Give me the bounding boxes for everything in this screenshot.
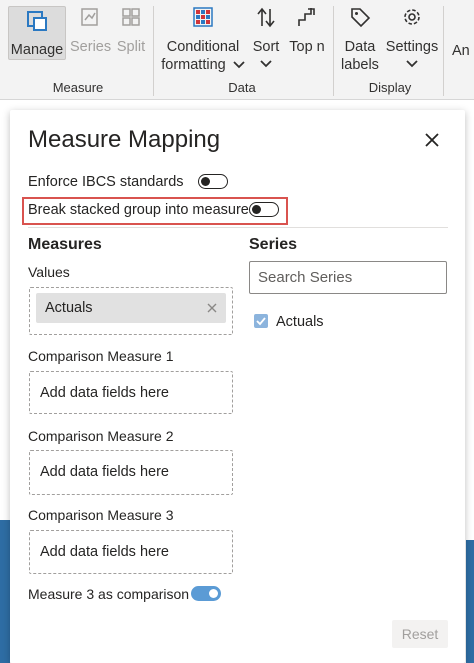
settings-button[interactable]: Settings xyxy=(384,6,440,68)
group-label-measure: Measure xyxy=(52,80,104,95)
series-label: Series xyxy=(70,39,112,55)
measures-header: Measures xyxy=(28,236,102,253)
background-visual xyxy=(0,520,10,663)
series-header: Series xyxy=(249,236,298,253)
data-labels-label-2: labels xyxy=(341,57,379,73)
measure-3-comparison-toggle[interactable] xyxy=(191,586,221,601)
close-icon[interactable] xyxy=(422,130,442,150)
comparison-measure-3-drop-zone[interactable]: Add data fields here xyxy=(29,530,233,574)
conditional-formatting-icon xyxy=(160,6,246,32)
chevron-down-icon xyxy=(233,61,245,69)
series-actuals-label: Actuals xyxy=(276,314,324,330)
comparison-measure-2-drop-zone[interactable]: Add data fields here xyxy=(29,450,233,495)
dialog-title: Measure Mapping xyxy=(28,126,221,153)
comparison-measure-3-label: Comparison Measure 3 xyxy=(28,507,174,523)
drop-zone-placeholder: Add data fields here xyxy=(40,385,169,401)
ribbon-toolbar: Manage Series Split Measure Conditional … xyxy=(0,0,474,100)
values-field-pill[interactable]: Actuals xyxy=(36,293,226,323)
toggle-knob xyxy=(209,588,218,598)
remove-icon[interactable] xyxy=(206,302,218,314)
ribbon-divider xyxy=(153,6,154,96)
values-label: Values xyxy=(28,264,70,280)
split-button[interactable]: Split xyxy=(114,6,148,56)
break-stacked-label: Break stacked group into measures xyxy=(28,202,257,218)
comparison-measure-1-drop-zone[interactable]: Add data fields here xyxy=(29,371,233,414)
conditional-formatting-label-2: formatting xyxy=(161,57,226,73)
sort-icon xyxy=(248,6,284,32)
enforce-ibcs-toggle[interactable] xyxy=(198,174,228,189)
ribbon-divider xyxy=(443,6,444,96)
conditional-formatting-button[interactable]: Conditional formatting xyxy=(160,6,246,74)
series-actuals-checkbox[interactable] xyxy=(254,314,268,328)
checkmark-icon xyxy=(256,317,266,326)
settings-icon xyxy=(384,6,440,32)
group-label-display: Display xyxy=(368,80,412,95)
chevron-down-icon xyxy=(406,60,418,68)
settings-label: Settings xyxy=(385,39,439,55)
top-n-button[interactable]: Top n xyxy=(286,6,328,56)
search-series-box[interactable] xyxy=(249,261,447,294)
drop-zone-placeholder: Add data fields here xyxy=(40,464,169,480)
partial-ribbon-button[interactable]: An xyxy=(452,42,474,60)
split-icon xyxy=(114,6,148,32)
drop-zone-placeholder: Add data fields here xyxy=(40,544,169,560)
break-stacked-toggle[interactable] xyxy=(249,202,279,217)
series-icon xyxy=(70,6,110,32)
values-field-label: Actuals xyxy=(45,300,93,316)
measure-mapping-dialog: Measure Mapping Enforce IBCS standards B… xyxy=(10,110,465,663)
chevron-down-icon xyxy=(260,60,272,68)
data-labels-icon xyxy=(340,6,380,32)
comparison-measure-1-label: Comparison Measure 1 xyxy=(28,348,174,364)
ribbon-divider xyxy=(333,6,334,96)
data-labels-button[interactable]: Data labels xyxy=(340,6,380,74)
values-drop-zone[interactable]: Actuals xyxy=(29,287,233,335)
split-label: Split xyxy=(116,39,146,55)
manage-icon xyxy=(9,9,65,35)
partial-ribbon-label: An xyxy=(452,43,470,59)
measure-3-comparison-label: Measure 3 as comparison xyxy=(28,586,190,602)
manage-label: Manage xyxy=(10,42,64,58)
manage-button[interactable]: Manage xyxy=(8,6,66,60)
sort-button[interactable]: Sort xyxy=(248,6,284,68)
conditional-formatting-label-1: Conditional xyxy=(166,39,240,55)
enforce-ibcs-label: Enforce IBCS standards xyxy=(28,174,184,190)
toggle-knob xyxy=(252,204,261,214)
toggle-knob xyxy=(201,176,210,186)
data-labels-label-1: Data xyxy=(344,39,376,55)
divider xyxy=(28,227,448,228)
top-n-label: Top n xyxy=(289,39,325,55)
sort-label: Sort xyxy=(252,39,280,55)
series-button[interactable]: Series xyxy=(70,6,112,56)
top-n-icon xyxy=(286,6,328,32)
group-label-data: Data xyxy=(228,80,256,95)
reset-button[interactable]: Reset xyxy=(392,620,448,648)
search-series-input[interactable] xyxy=(251,263,445,292)
comparison-measure-2-label: Comparison Measure 2 xyxy=(28,428,174,444)
background-visual xyxy=(466,540,474,663)
